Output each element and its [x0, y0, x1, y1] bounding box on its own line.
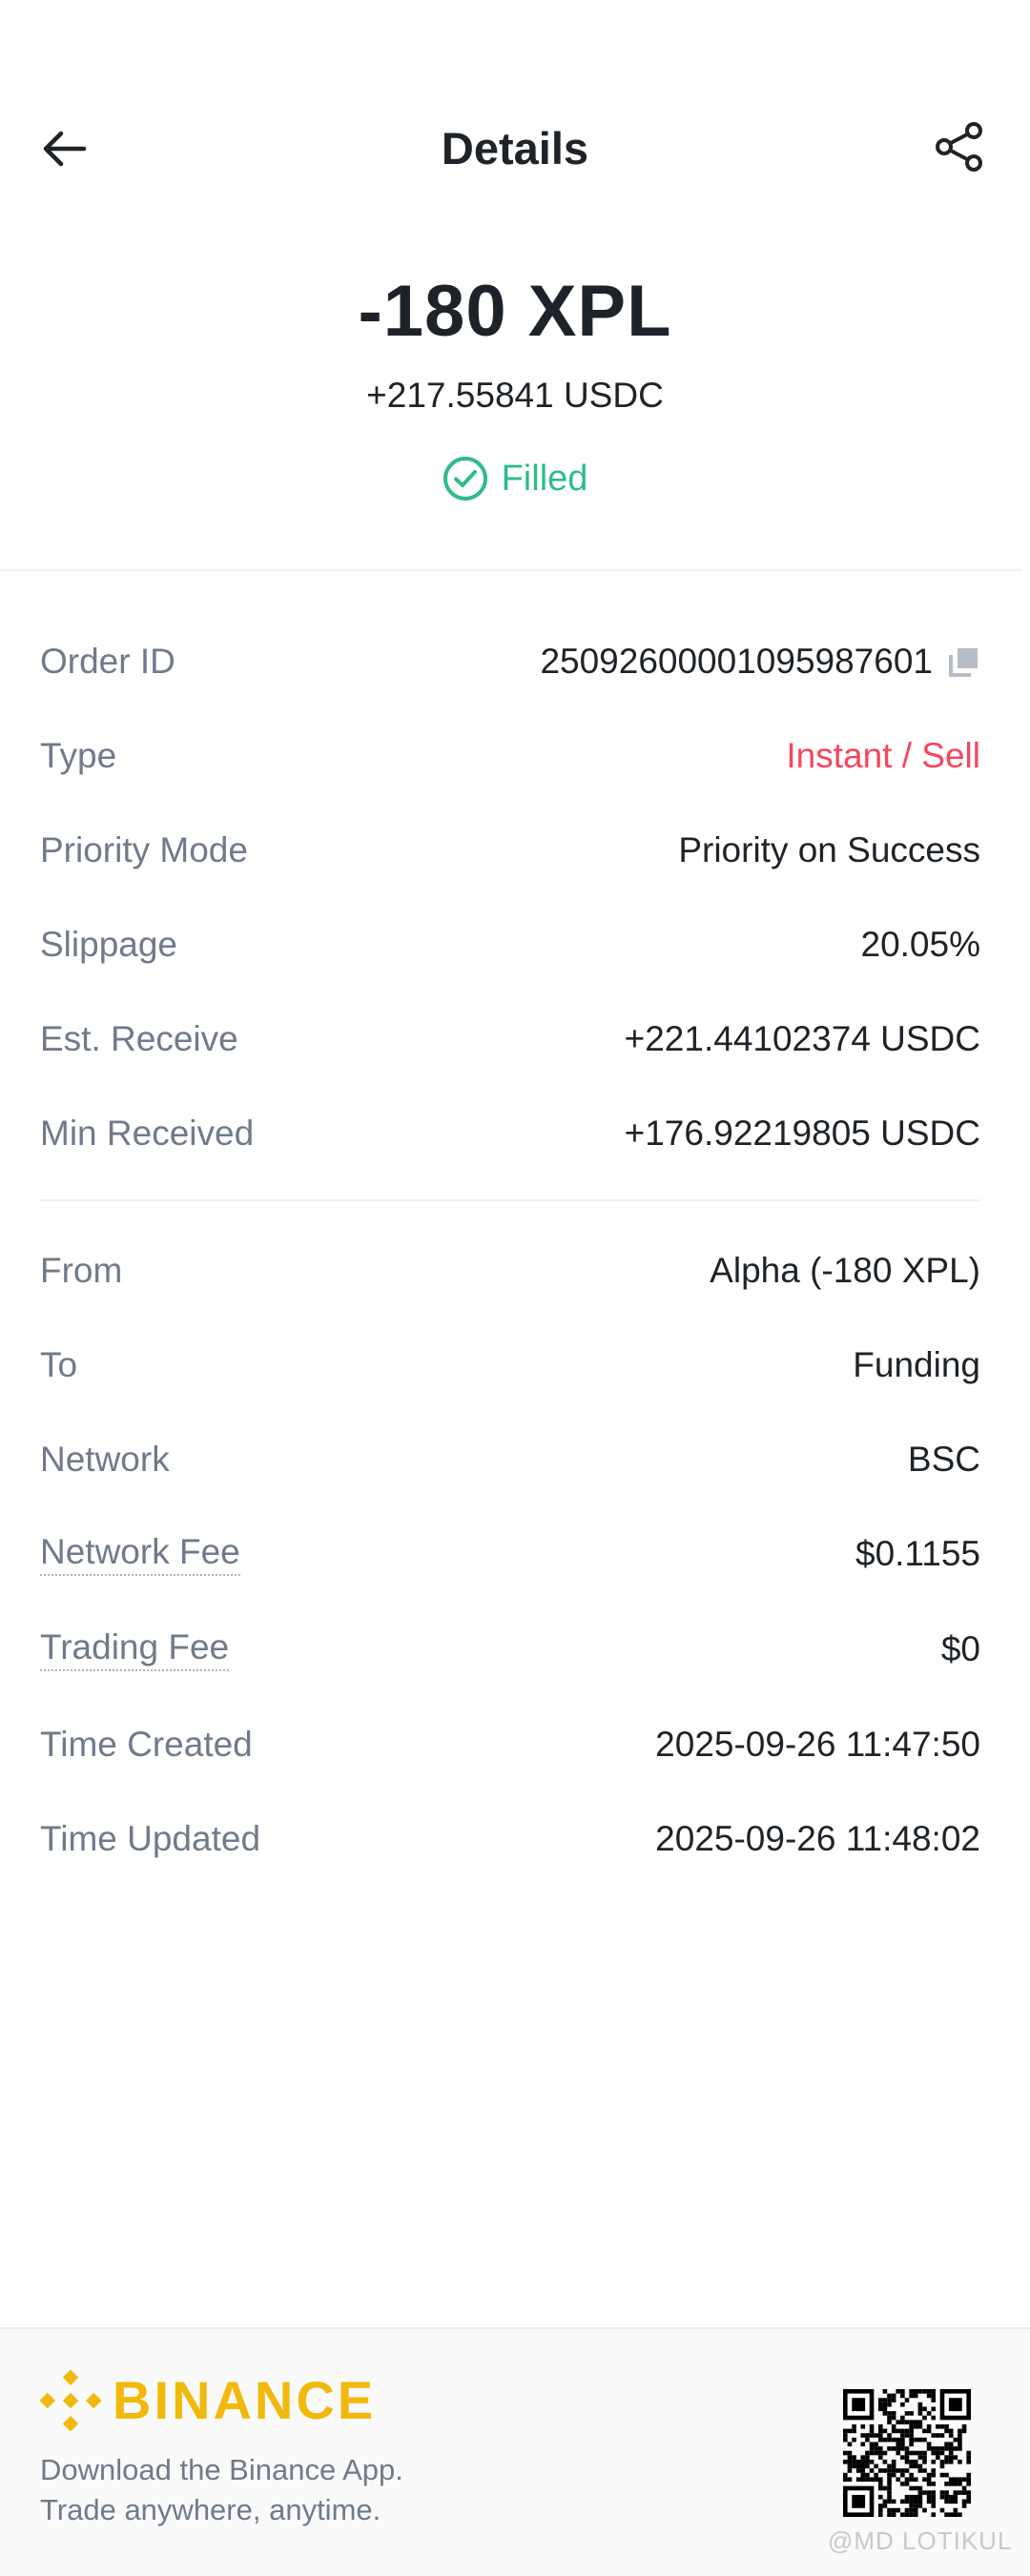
- row-value: BSC: [907, 1440, 980, 1479]
- row-value: +176.92219805 USDC: [624, 1114, 980, 1153]
- tagline-line-2: Trade anywhere, anytime.: [40, 2493, 381, 2526]
- row-label: From: [40, 1251, 123, 1290]
- detail-row-network-fee: Network Fee $0.1155: [40, 1525, 980, 1583]
- share-icon: [936, 122, 982, 172]
- page-title: Details: [441, 123, 589, 174]
- detail-row-est-receive: Est. Receive +221.44102374 USDC: [40, 1011, 980, 1068]
- row-value: Funding: [853, 1345, 980, 1384]
- network-fee-tooltip-label[interactable]: Network Fee: [40, 1532, 240, 1576]
- row-value: $0: [940, 1629, 980, 1668]
- brand: BINANCE: [40, 2370, 376, 2431]
- detail-row-to: To Funding: [40, 1337, 980, 1394]
- row-label: To: [40, 1345, 78, 1384]
- watermark: @MD LOTIKUL: [828, 2526, 1013, 2555]
- row-label: Est. Receive: [40, 1019, 238, 1058]
- row-value: 2025-09-26 11:47:50: [655, 1725, 980, 1764]
- row-label: Time Updated: [40, 1819, 261, 1858]
- row-label: Network: [40, 1440, 170, 1479]
- binance-logo-icon: [40, 2370, 101, 2431]
- row-value: 250926000010959876​01: [540, 642, 933, 681]
- header: Details: [0, 105, 1030, 191]
- row-value: Instant / Sell: [786, 736, 980, 775]
- section-divider: [40, 1199, 980, 1201]
- detail-row-slippage: Slippage 20.05%: [40, 916, 980, 973]
- row-value: Alpha (-180 XPL): [710, 1251, 980, 1290]
- received-amount: +217.55841 USDC: [366, 376, 664, 415]
- detail-row-type: Type Instant / Sell: [40, 727, 980, 785]
- row-label: Order ID: [40, 642, 175, 681]
- tagline-line-1: Download the Binance App.: [40, 2453, 403, 2486]
- status-text: Filled: [501, 458, 588, 499]
- row-value: 2025-09-26 11:48:02: [655, 1819, 980, 1858]
- row-value: $0.1155: [855, 1534, 980, 1573]
- detail-row-from: From Alpha (-180 XPL): [40, 1242, 980, 1299]
- row-label: Time Created: [40, 1725, 253, 1764]
- order-id-value-group: 250926000010959876​01: [540, 642, 980, 682]
- row-value: Priority on Success: [678, 830, 980, 869]
- row-value: 20.05%: [860, 925, 981, 964]
- tagline: Download the Binance App. Trade anywhere…: [40, 2450, 403, 2530]
- qr-code: [843, 2389, 971, 2517]
- copy-icon[interactable]: [948, 645, 980, 678]
- detail-row-min-received: Min Received +176.92219805 USDC: [40, 1105, 980, 1162]
- trading-fee-tooltip-label[interactable]: Trading Fee: [40, 1627, 230, 1671]
- row-label: Slippage: [40, 925, 178, 964]
- share-button[interactable]: [933, 120, 986, 174]
- detail-row-time-created: Time Created 2025-09-26 11:47:50: [40, 1716, 980, 1773]
- detail-row-time-updated: Time Updated 2025-09-26 11:48:02: [40, 1810, 980, 1868]
- detail-row-network: Network BSC: [40, 1431, 980, 1488]
- detail-row-order-id: Order ID 250926000010959876​01: [40, 633, 980, 690]
- row-label: Min Received: [40, 1114, 255, 1153]
- detail-row-priority-mode: Priority Mode Priority on Success: [40, 822, 980, 879]
- row-value: +221.44102374 USDC: [624, 1019, 980, 1058]
- check-circle-icon: [443, 457, 487, 501]
- divider: [0, 569, 1022, 571]
- row-label: Priority Mode: [40, 830, 248, 869]
- status-badge: Filled: [0, 456, 1030, 501]
- row-label: Type: [40, 736, 117, 775]
- order-amount: -180 XPL: [358, 271, 672, 352]
- detail-row-trading-fee: Trading Fee $0: [40, 1621, 980, 1678]
- brand-name: BINANCE: [113, 2370, 377, 2430]
